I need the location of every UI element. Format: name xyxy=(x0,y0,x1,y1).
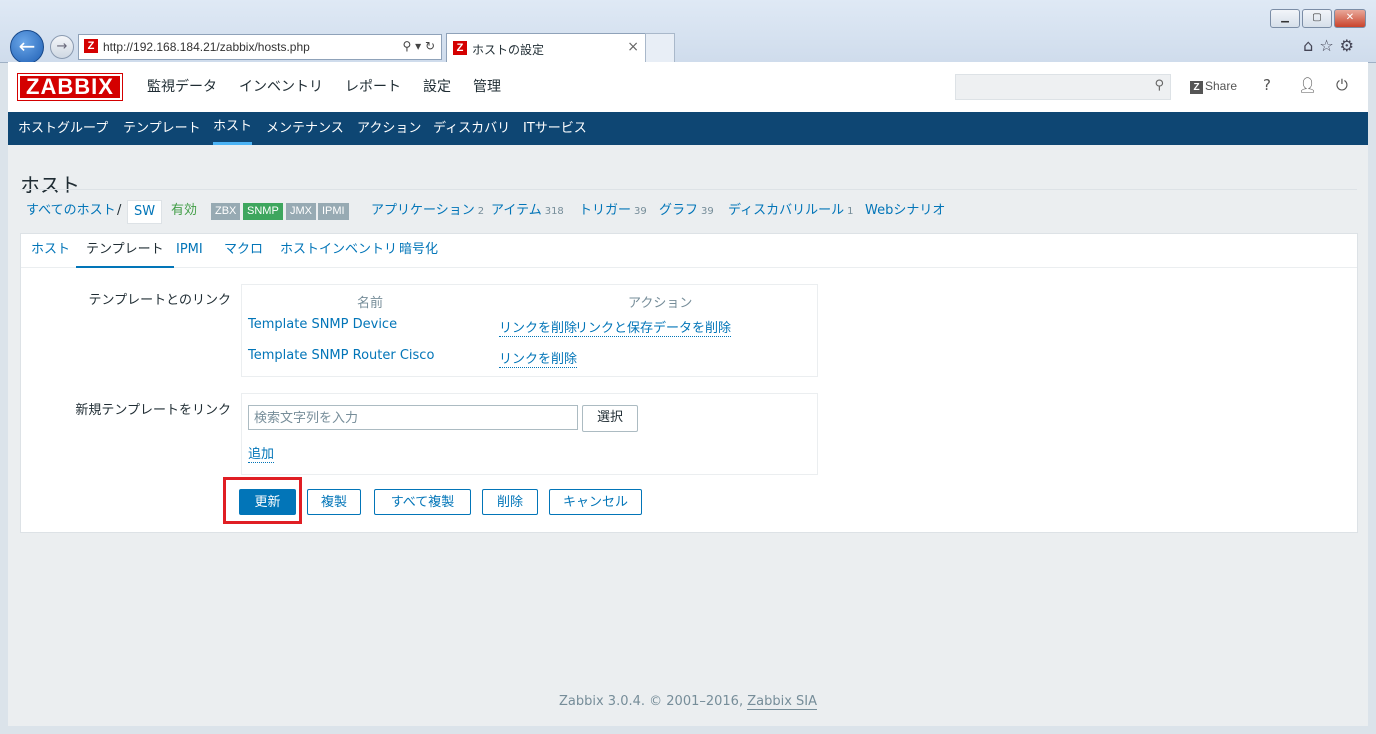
triggers-count: 39 xyxy=(634,206,647,217)
zabbix-page: ZABBIX 監視データ インベントリ レポート 設定 管理 ⚲ Z Share … xyxy=(8,62,1368,726)
template-snmp-router-cisco-link[interactable]: Template SNMP Router Cisco xyxy=(248,348,434,363)
sign-out-icon[interactable]: ⏻ xyxy=(1336,76,1348,94)
template-snmp-device-link[interactable]: Template SNMP Device xyxy=(248,317,397,332)
tab-host-inventory[interactable]: ホストインベントリ xyxy=(280,234,397,266)
tab-close-icon[interactable]: × xyxy=(627,39,639,55)
back-button[interactable]: ← xyxy=(10,30,44,64)
maximize-icon[interactable]: ▢ xyxy=(1302,9,1332,28)
host-name-link[interactable]: SW xyxy=(127,200,163,224)
applications-link[interactable]: アプリケーション 2 xyxy=(371,200,484,222)
linked-templates-label: テンプレートとのリンク xyxy=(88,293,231,308)
tab-macros[interactable]: マクロ xyxy=(224,234,263,266)
discovery-rules-label: ディスカバリルール xyxy=(728,203,845,218)
share-link[interactable]: Z Share xyxy=(1190,79,1237,94)
host-breadcrumb: すべてのホスト / SW 有効 ZBX SNMP JMX IPMI アプリケーシ… xyxy=(20,199,1357,225)
unlink-and-clear-button[interactable]: リンクと保存データを削除 xyxy=(575,317,732,337)
zabbix-favicon-icon: Z xyxy=(84,39,98,53)
footer: Zabbix 3.0.4. © 2001–2016, Zabbix SIA xyxy=(8,694,1368,710)
divider xyxy=(20,189,1357,190)
subnav-hosts[interactable]: ホスト xyxy=(213,112,253,145)
subnav-discovery[interactable]: ディスカバリ xyxy=(433,112,510,145)
menu-administration[interactable]: 管理 xyxy=(462,62,512,112)
menu-configuration[interactable]: 設定 xyxy=(412,62,462,112)
zabbix-logo[interactable]: ZABBIX xyxy=(18,74,122,100)
graphs-link[interactable]: グラフ 39 xyxy=(659,200,714,222)
link-new-templates-box: 検索文字列を入力 選択 追加 xyxy=(241,393,818,475)
web-scenarios-link[interactable]: Webシナリオ xyxy=(865,200,945,222)
tab-encryption[interactable]: 暗号化 xyxy=(399,234,438,266)
items-count: 318 xyxy=(544,206,564,217)
delete-button[interactable]: 削除 xyxy=(482,489,538,515)
applications-label: アプリケーション xyxy=(371,203,475,218)
search-refresh-icon[interactable]: ⚲ ▾ ↻ xyxy=(403,39,436,53)
menu-monitoring[interactable]: 監視データ xyxy=(136,62,228,112)
breadcrumb-separator: / xyxy=(117,203,122,218)
subnav-templates[interactable]: テンプレート xyxy=(123,112,201,145)
share-z-icon: Z xyxy=(1190,81,1203,94)
menu-inventory[interactable]: インベントリ xyxy=(228,62,334,112)
items-label: アイテム xyxy=(491,203,542,218)
triggers-label: トリガー xyxy=(579,203,632,218)
template-search-input[interactable]: 検索文字列を入力 xyxy=(248,405,578,430)
full-clone-button[interactable]: すべて複製 xyxy=(374,489,471,515)
user-profile-icon[interactable]: 👤︎ xyxy=(1298,76,1317,94)
discovery-rules-count: 1 xyxy=(847,206,854,217)
zbx-availability-badge: ZBX xyxy=(211,203,241,220)
graphs-count: 39 xyxy=(701,206,714,217)
status-enabled[interactable]: 有効 xyxy=(171,200,197,222)
snmp-availability-badge: SNMP xyxy=(243,203,283,220)
minimize-icon[interactable]: ▁ xyxy=(1270,9,1300,28)
zabbix-sia-link[interactable]: Zabbix SIA xyxy=(747,694,818,710)
jmx-availability-badge: JMX xyxy=(286,203,316,220)
menu-reports[interactable]: レポート xyxy=(334,62,412,112)
tab-title: ホストの設定 xyxy=(472,43,545,57)
subnav-actions[interactable]: アクション xyxy=(357,112,421,145)
clone-button[interactable]: 複製 xyxy=(307,489,361,515)
share-label: Share xyxy=(1205,79,1238,93)
forward-button[interactable]: → xyxy=(50,35,74,59)
cancel-button[interactable]: キャンセル xyxy=(549,489,642,515)
form-tabs: ホスト テンプレート IPMI マクロ ホストインベントリ 暗号化 xyxy=(21,234,1357,268)
web-scenarios-label: Webシナリオ xyxy=(865,203,946,218)
graphs-label: グラフ xyxy=(659,203,699,218)
footer-text: Zabbix 3.0.4. © 2001–2016, xyxy=(558,694,744,709)
subnav-host-groups[interactable]: ホストグループ xyxy=(18,112,108,145)
unlink-button[interactable]: リンクを削除 xyxy=(499,317,578,337)
top-header: ZABBIX 監視データ インベントリ レポート 設定 管理 ⚲ Z Share … xyxy=(8,62,1368,112)
browser-tab[interactable]: Z ホストの設定 × xyxy=(446,33,646,62)
unlink-button[interactable]: リンクを削除 xyxy=(499,348,578,368)
zabbix-favicon-icon: Z xyxy=(453,41,467,55)
url-text[interactable]: http://192.168.184.21/zabbix/hosts.php xyxy=(103,40,310,54)
add-link[interactable]: 追加 xyxy=(248,443,275,463)
discovery-rules-link[interactable]: ディスカバリルール 1 xyxy=(728,200,853,222)
main-menu: 監視データ インベントリ レポート 設定 管理 xyxy=(136,62,512,112)
tab-templates[interactable]: テンプレート xyxy=(76,234,174,268)
page-title: ホスト xyxy=(20,173,80,198)
column-name-header: 名前 xyxy=(357,296,384,311)
column-action-header: アクション xyxy=(628,296,693,311)
close-window-icon[interactable]: ✕ xyxy=(1334,9,1366,28)
subnav-it-services[interactable]: ITサービス xyxy=(523,112,587,145)
applications-count: 2 xyxy=(477,206,485,217)
update-button[interactable]: 更新 xyxy=(239,489,296,515)
help-icon[interactable]: ? xyxy=(1263,76,1271,94)
address-bar[interactable]: Z http://192.168.184.21/zabbix/hosts.php… xyxy=(78,34,442,60)
search-icon[interactable]: ⚲ xyxy=(1154,78,1164,93)
items-link[interactable]: アイテム 318 xyxy=(491,200,564,222)
triggers-link[interactable]: トリガー 39 xyxy=(579,200,647,222)
browser-chrome: ▁ ▢ ✕ ← → Z http://192.168.184.21/zabbix… xyxy=(0,0,1376,64)
new-tab-button[interactable] xyxy=(645,33,675,62)
select-button[interactable]: 選択 xyxy=(582,405,638,432)
sub-navigation: ホストグループ テンプレート ホスト メンテナンス アクション ディスカバリ I… xyxy=(8,112,1368,145)
link-new-templates-label: 新規テンプレートをリンク xyxy=(75,403,231,418)
linked-templates-table: 名前 アクション Template SNMP Device リンクを削除 リンク… xyxy=(241,284,818,377)
host-form-panel: ホスト テンプレート IPMI マクロ ホストインベントリ 暗号化 テンプレート… xyxy=(20,233,1358,533)
global-search-input[interactable]: ⚲ xyxy=(955,74,1171,100)
all-hosts-link[interactable]: すべてのホスト xyxy=(26,200,116,222)
home-favorites-settings-icon[interactable]: ⌂☆⚙ xyxy=(1303,36,1360,55)
tab-host[interactable]: ホスト xyxy=(31,234,70,266)
ipmi-availability-badge: IPMI xyxy=(318,203,349,220)
subnav-maintenance[interactable]: メンテナンス xyxy=(266,112,344,145)
tab-ipmi[interactable]: IPMI xyxy=(176,234,203,266)
